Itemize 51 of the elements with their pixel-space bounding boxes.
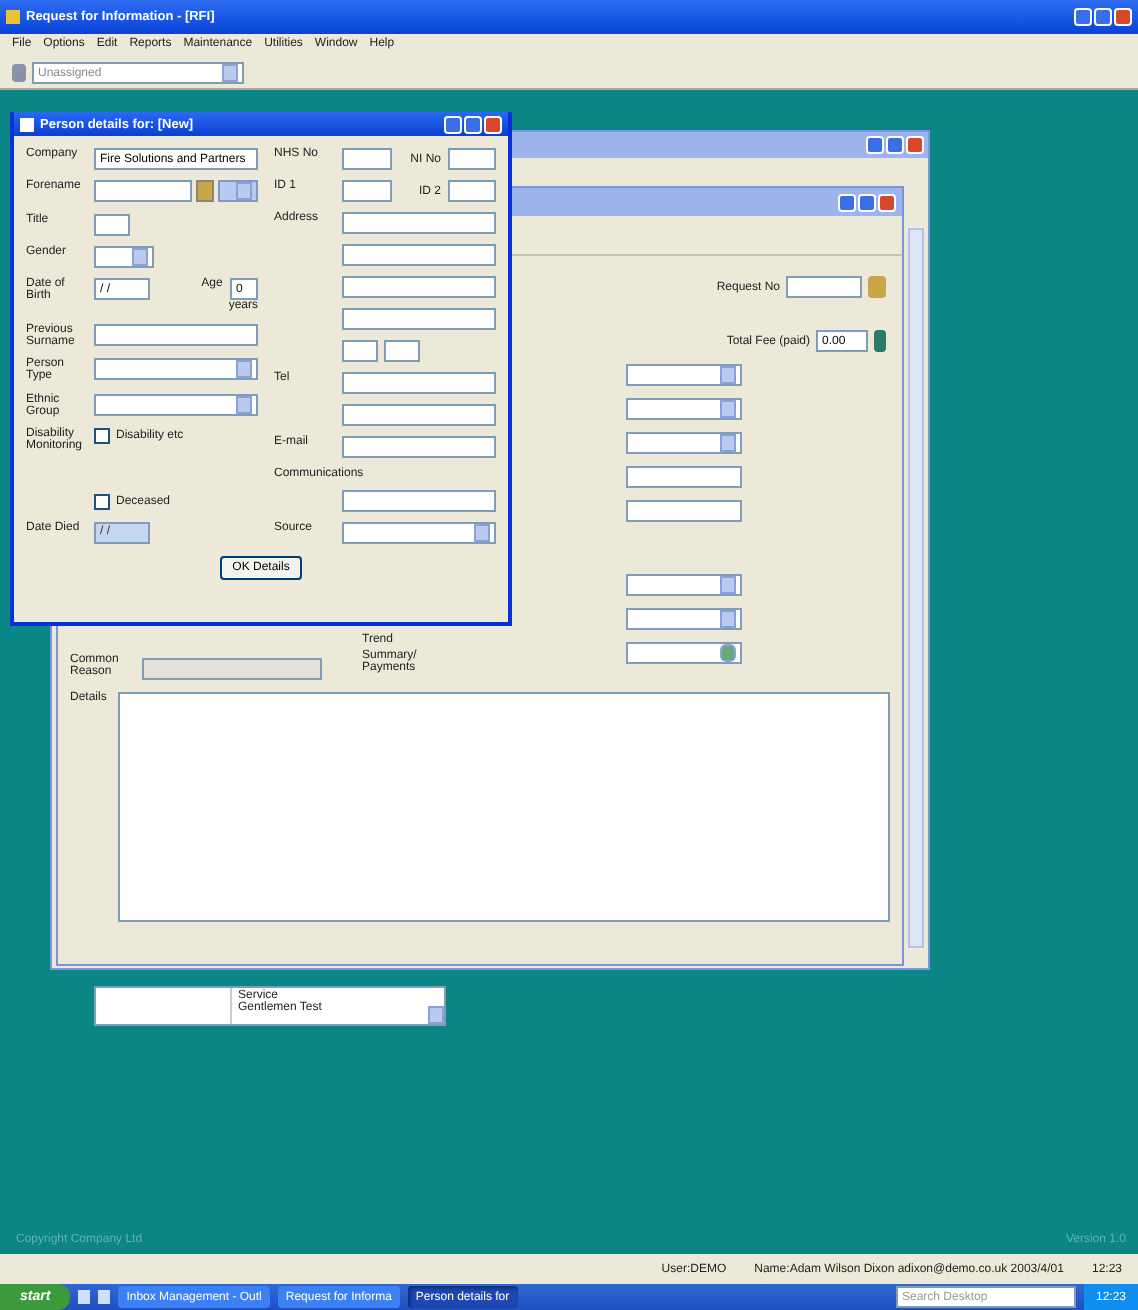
text-field[interactable] xyxy=(342,372,496,394)
lookup-button[interactable] xyxy=(196,180,214,203)
postcode-field[interactable] xyxy=(342,340,378,362)
dropdown[interactable] xyxy=(94,358,258,381)
text-field[interactable] xyxy=(626,500,742,522)
minimize-button[interactable] xyxy=(444,115,462,133)
lookup-button[interactable] xyxy=(868,276,886,298)
dropdown[interactable] xyxy=(626,398,742,420)
close-button[interactable] xyxy=(906,136,924,154)
minimize-button[interactable] xyxy=(1074,8,1092,26)
checkbox[interactable] xyxy=(94,494,110,511)
text-field[interactable] xyxy=(342,308,496,330)
dropdown[interactable] xyxy=(218,180,258,203)
text-field[interactable] xyxy=(94,180,192,203)
maximize-button[interactable] xyxy=(858,193,876,211)
dropdown[interactable] xyxy=(626,642,742,664)
scrollbar[interactable] xyxy=(908,228,924,948)
dropdown[interactable] xyxy=(94,393,258,416)
text-field[interactable] xyxy=(447,180,496,202)
text-field[interactable] xyxy=(342,404,496,426)
maximize-button[interactable] xyxy=(464,115,482,133)
close-button[interactable] xyxy=(484,115,502,133)
dropdown[interactable] xyxy=(626,574,742,596)
close-button[interactable] xyxy=(878,193,896,211)
minimize-button[interactable] xyxy=(838,193,856,211)
maximize-button[interactable] xyxy=(886,136,904,154)
window-icon xyxy=(20,117,34,131)
text-field[interactable] xyxy=(786,276,862,298)
text-field[interactable] xyxy=(342,436,496,458)
app-icon xyxy=(6,10,20,24)
text-field[interactable] xyxy=(342,148,391,170)
text-field[interactable] xyxy=(626,466,742,488)
dropdown[interactable] xyxy=(94,246,154,269)
checkbox[interactable] xyxy=(94,427,110,444)
dropdown[interactable] xyxy=(626,608,742,630)
text-field[interactable] xyxy=(342,276,496,298)
maximize-button[interactable] xyxy=(1094,8,1112,26)
details-field[interactable] xyxy=(118,692,890,922)
text-field[interactable] xyxy=(94,323,258,346)
text-field[interactable] xyxy=(342,180,391,202)
text-field[interactable] xyxy=(342,244,496,266)
dropdown[interactable] xyxy=(626,432,742,454)
postcode-field[interactable] xyxy=(384,340,420,362)
dropdown[interactable] xyxy=(342,522,496,544)
dropdown[interactable] xyxy=(626,364,742,386)
text-field[interactable] xyxy=(342,212,496,234)
minimize-button[interactable] xyxy=(866,136,884,154)
text-field[interactable] xyxy=(342,490,496,512)
close-button[interactable] xyxy=(1114,8,1132,26)
text-field[interactable] xyxy=(447,148,496,170)
text-field[interactable] xyxy=(94,213,130,236)
